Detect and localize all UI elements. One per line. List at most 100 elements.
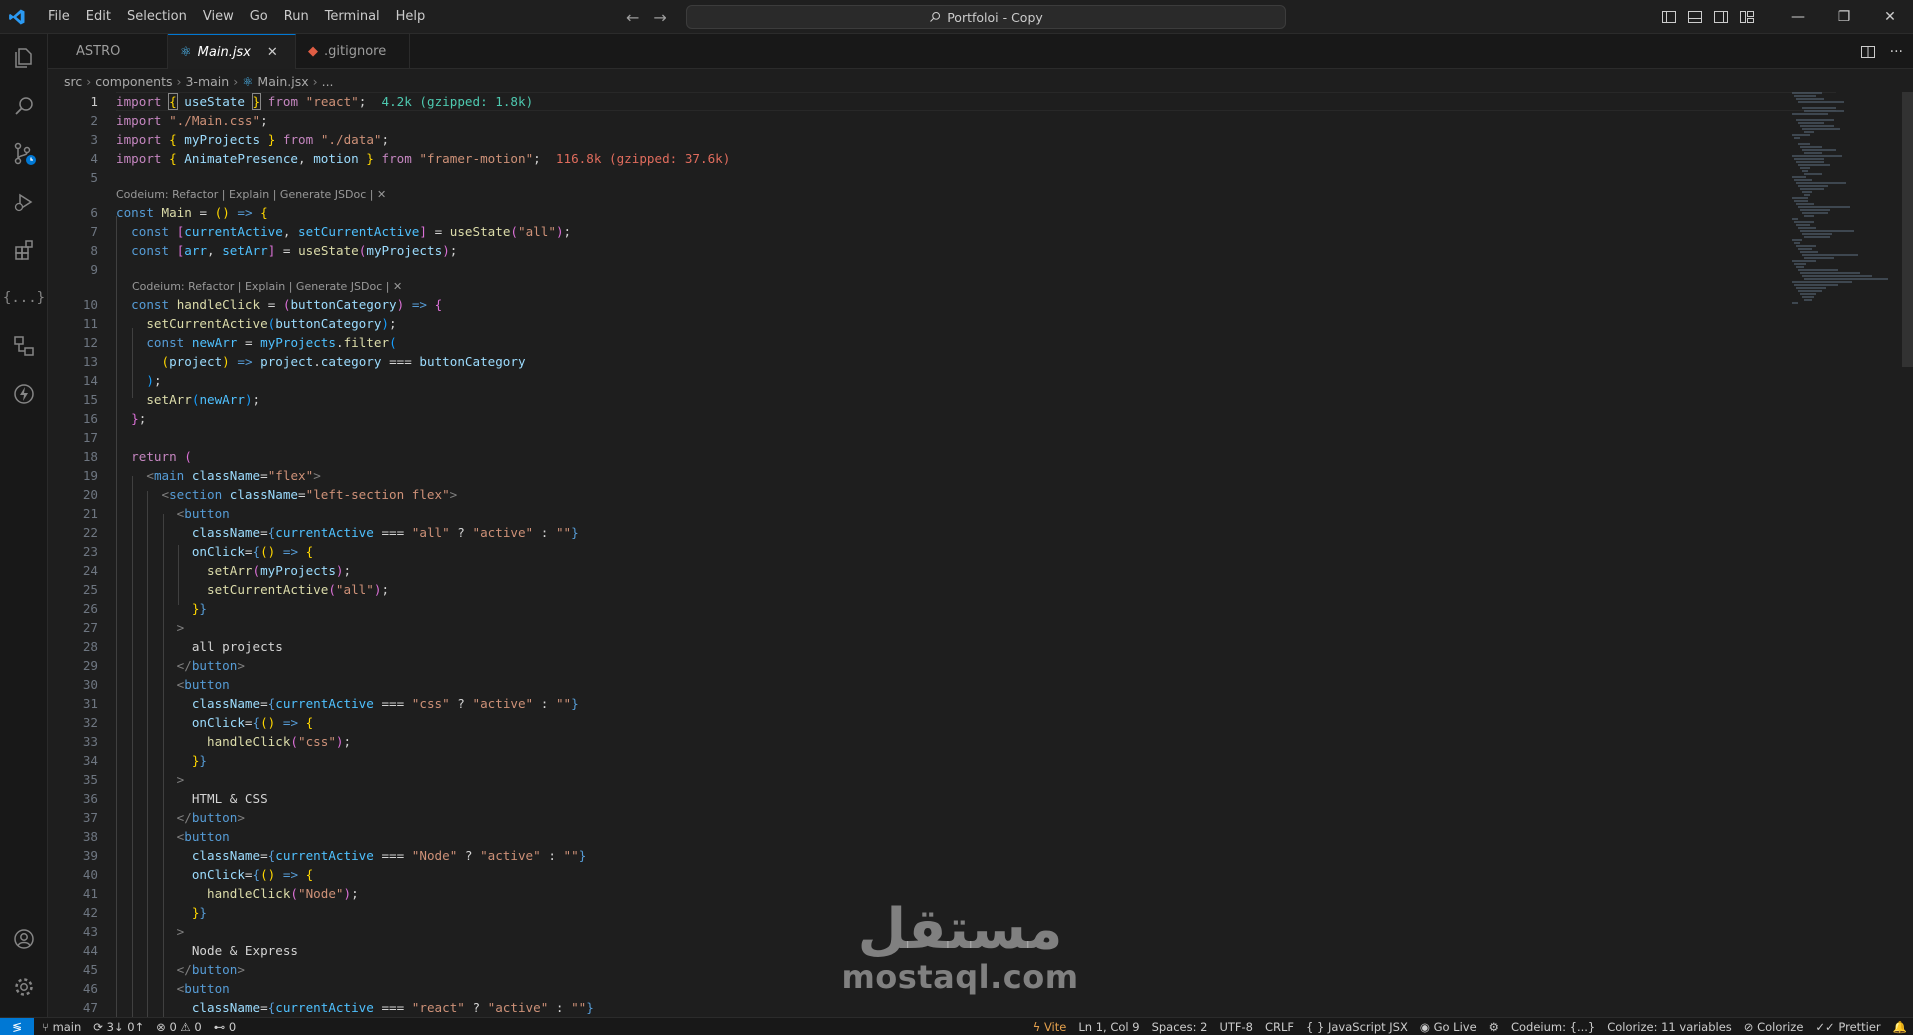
minimap-line [1802,149,1836,151]
minimap-line [1800,230,1854,232]
toggle-primary-sidebar-icon[interactable] [1661,9,1677,25]
minimap-line [1794,200,1808,202]
vite-indicator[interactable]: ϟ Vite [1033,1020,1067,1034]
code-line: HTML & CSS [191,791,268,806]
settings-gear-icon[interactable] [0,963,48,1011]
end-of-line[interactable]: CRLF [1265,1020,1294,1034]
minimap-line [1796,161,1824,163]
minimap-line [1804,152,1822,154]
code-line: ); [146,373,162,388]
back-arrow-icon[interactable]: ← [626,8,639,27]
minimap-line [1800,251,1818,253]
minimap-line [1798,122,1824,124]
activity-bar: {...} [0,34,48,1017]
sync-indicator[interactable]: ⟳ 3↓ 0↑ [93,1020,144,1034]
command-center-text: Portfoloi - Copy [947,9,1043,25]
code-line: className={currentActive === "react" ? "… [191,1000,594,1015]
colorize-toggle[interactable]: ⊘ Colorize [1744,1020,1804,1034]
toggle-secondary-sidebar-icon[interactable] [1713,9,1729,25]
language-mode[interactable]: { } JavaScript JSX [1306,1020,1408,1034]
go-live-button[interactable]: ◉ Go Live [1420,1020,1477,1034]
error-icon: ⊗ [156,1019,170,1034]
vite-icon: ϟ [1032,1020,1044,1034]
close-tab-icon[interactable]: ✕ [267,45,278,60]
command-center-search[interactable]: Portfoloi - Copy [686,5,1286,29]
minimap-line [1796,224,1810,226]
more-actions-icon[interactable]: ··· [1890,44,1903,60]
code-line: import "./Main.css"; [116,113,268,128]
encoding[interactable]: UTF-8 [1219,1020,1253,1034]
minimap-line [1798,248,1812,250]
codeium-codelens[interactable]: Codeium: Refactor | Explain | Generate J… [116,187,1816,203]
colorize-variables[interactable]: Colorize: 11 variables [1607,1020,1732,1034]
problems-indicator[interactable]: ⊗ 0 ⚠ 0 [156,1020,202,1034]
forward-arrow-icon[interactable]: → [653,8,666,27]
menu-help[interactable]: Help [388,0,434,34]
codeium-codelens[interactable]: Codeium: Refactor | Explain | Generate J… [116,279,1816,295]
cursor-position[interactable]: Ln 1, Col 9 [1078,1020,1139,1034]
extensions-icon[interactable] [0,226,48,274]
menu-run[interactable]: Run [276,0,317,34]
breadcrumb-item[interactable]: src [64,74,82,89]
breadcrumb-item[interactable]: 3-main [185,74,229,89]
run-debug-icon[interactable] [0,178,48,226]
tab-label: Main.jsx [197,44,251,60]
minimap-line [1798,185,1828,187]
menu-view[interactable]: View [195,0,242,34]
branch-indicator[interactable]: ⑂ main [42,1020,81,1034]
minimap-line [1802,107,1836,109]
close-window-button[interactable]: ✕ [1867,0,1913,34]
minimap-line [1802,170,1808,172]
explorer-icon[interactable] [0,34,48,82]
minimap-line [1802,128,1840,130]
notifications-bell-icon[interactable]: 🔔 [1893,1020,1907,1034]
minimap[interactable] [1792,92,1902,322]
search-icon[interactable] [0,82,48,130]
customize-layout-icon[interactable] [1739,9,1755,25]
source-control-icon[interactable] [0,130,48,178]
code-line: import { AnimatePresence, motion } from … [116,151,731,166]
menu-terminal[interactable]: Terminal [317,0,388,34]
menu-edit[interactable]: Edit [78,0,119,34]
lightning-icon[interactable] [0,370,48,418]
breadcrumb-item[interactable]: components [95,74,172,89]
breadcrumb-item[interactable]: ... [322,74,334,89]
prettier-status[interactable]: ✓✓ Prettier [1815,1020,1880,1034]
tab-label: .gitignore [324,44,387,59]
minimap-line [1796,98,1824,100]
breadcrumb-item[interactable]: Main.jsx [257,74,308,89]
code-line: className={currentActive === "all" ? "ac… [191,525,579,540]
tab-gitignore[interactable]: ◆ .gitignore [296,34,410,69]
minimap-line [1794,137,1800,139]
minimap-line [1802,254,1858,256]
menu-selection[interactable]: Selection [119,0,195,34]
json-braces-icon[interactable]: {...} [0,274,48,322]
remote-indicator-icon[interactable]: ≶ [0,1017,34,1035]
restore-button[interactable]: ❐ [1821,0,1867,34]
split-editor-icon[interactable] [1860,44,1876,60]
ports-indicator[interactable]: ⊷ 0 [214,1020,236,1034]
chevron-right-icon: › [233,73,239,89]
minimize-button[interactable]: — [1775,0,1821,34]
breadcrumb: src › components › 3-main › ⚛ Main.jsx ›… [64,71,334,91]
vertical-scrollbar[interactable] [1902,92,1913,367]
minimap-line [1798,101,1844,103]
indentation[interactable]: Spaces: 2 [1152,1020,1208,1034]
tab-astro[interactable]: ASTRO [48,34,168,69]
tab-main-jsx[interactable]: ⚛ Main.jsx ✕ [168,34,296,69]
chevron-right-icon: › [312,73,318,89]
menu-go[interactable]: Go [242,0,276,34]
toggle-panel-icon[interactable] [1687,9,1703,25]
code-editor[interactable]: 12345 6789 10 11 12 13 14 15 16 17 18 19 20 21 22 2… [48,92,1913,1017]
codeium-status[interactable]: Codeium: {...} [1511,1020,1595,1034]
minimap-line [1800,146,1822,148]
account-icon[interactable] [0,915,48,963]
menu-file[interactable]: File [40,0,78,34]
remote-explorer-icon[interactable] [0,322,48,370]
code-lines: import { useState } from "react"; 4.2k (… [116,92,1816,1017]
chevron-right-icon: › [86,73,92,89]
settings-sync-icon[interactable]: ⚙ [1489,1020,1499,1034]
minimap-line [1802,296,1814,298]
code-line: import { useState } from "react"; 4.2k (… [116,93,534,110]
